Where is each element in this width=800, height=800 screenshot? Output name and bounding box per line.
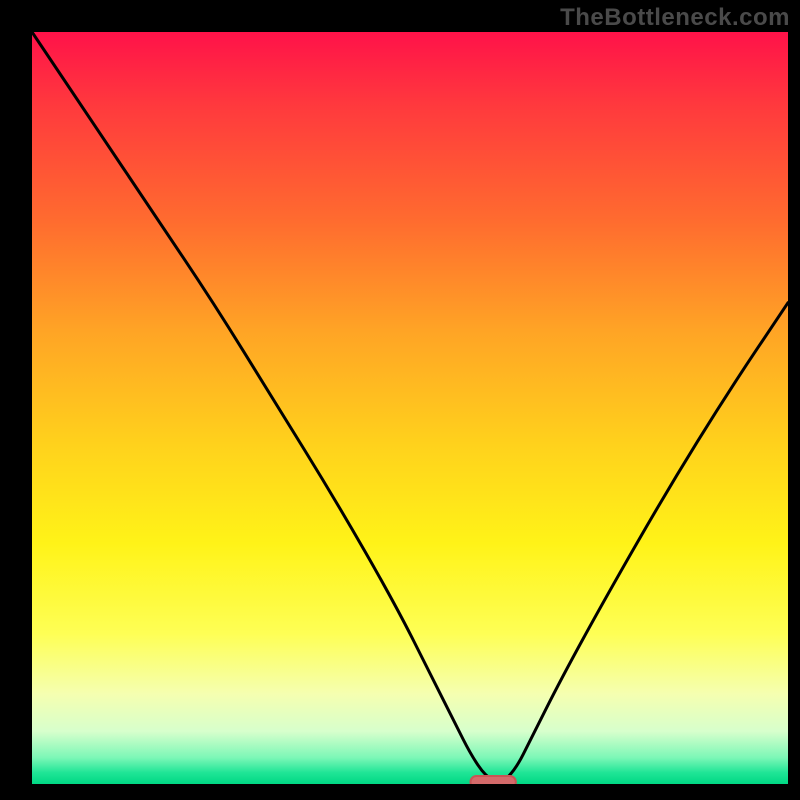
gradient-background: [32, 32, 788, 784]
chart-plot-area: [32, 32, 788, 784]
optimal-marker: [470, 776, 515, 784]
chart-svg: [32, 32, 788, 784]
chart-frame: TheBottleneck.com: [0, 0, 800, 800]
watermark-text: TheBottleneck.com: [560, 4, 790, 32]
